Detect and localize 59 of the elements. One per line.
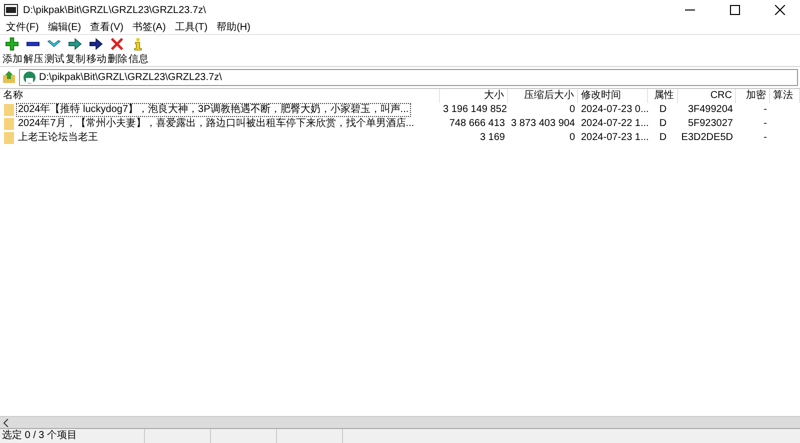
- toolbar-button[interactable]: 移动: [86, 37, 106, 66]
- table-cell-text: -: [762, 117, 768, 131]
- window-title: D:\pikpak\Bit\GRZL\GRZL23\GRZL23.7z\: [23, 4, 207, 16]
- arrow-right-icon: [67, 37, 84, 51]
- plus-icon: [4, 37, 20, 51]
- column-header[interactable]: 属性: [648, 89, 678, 103]
- column-header[interactable]: CRC: [678, 89, 736, 103]
- table-cell-text: 2024-07-23 1...: [580, 131, 648, 145]
- folder-icon: [4, 132, 14, 144]
- table-cell-text: E3D2DE5D: [680, 131, 734, 145]
- menu-item[interactable]: 工具(T): [170, 20, 212, 34]
- column-header[interactable]: 算法: [770, 89, 800, 103]
- table-cell-text: -: [762, 131, 768, 145]
- scroll-left-icon[interactable]: [3, 418, 9, 426]
- table-cell-text: D: [658, 103, 668, 117]
- file-name[interactable]: 上老王论坛当老王: [16, 131, 100, 145]
- maximize-icon: [730, 5, 740, 15]
- menu-item[interactable]: 书签(A): [128, 20, 170, 34]
- table-cell-text: 748 666 413: [448, 117, 506, 131]
- table-cell-text: 0: [568, 103, 576, 117]
- toolbar-button[interactable]: 添加: [2, 37, 22, 66]
- toolbar-button[interactable]: 复制: [65, 37, 86, 66]
- archive-icon: [23, 70, 36, 84]
- menu-item[interactable]: 查看(V): [86, 20, 128, 34]
- table-cell-text: D: [658, 131, 668, 145]
- table-cell-text: D: [658, 117, 668, 131]
- menu-item[interactable]: 帮助(H): [212, 20, 254, 34]
- menu-item[interactable]: 编辑(E): [44, 20, 86, 34]
- table-cell-text: -: [762, 103, 768, 117]
- column-header[interactable]: 名称: [0, 89, 440, 103]
- folder-icon: [4, 104, 14, 116]
- file-name[interactable]: 2024年【推特 luckydog7】，泡良大神，3P调教艳遇不断，肥臀大奶，小家碧玉，叫声...: [16, 103, 411, 117]
- close-icon: [775, 5, 785, 15]
- arrow-right-icon: [88, 37, 104, 51]
- status-text: 选定 0 / 3 个项目: [0, 429, 145, 443]
- column-header[interactable]: 压缩后大小: [508, 89, 578, 103]
- toolbar-button[interactable]: 解压: [23, 37, 44, 66]
- address-field[interactable]: D:\pikpak\Bit\GRZL\GRZL23\GRZL23.7z\: [39, 72, 797, 82]
- file-name[interactable]: 2024年7月，【常州小夫妻】，喜爱露出，路边口叫被出租车停下来欣赏，找个单男酒店...: [16, 117, 416, 131]
- table-cell-text: 2024-07-22 1...: [580, 117, 648, 131]
- column-header[interactable]: 修改时间: [578, 89, 648, 103]
- table-cell-text: 2024-07-23 0...: [580, 103, 648, 117]
- menu-item[interactable]: 文件(F): [2, 20, 43, 34]
- table-cell-text: 3 196 149 852: [442, 103, 508, 117]
- app-logo-icon: [4, 4, 18, 16]
- folder-up-icon[interactable]: [2, 70, 16, 84]
- table-cell-text: 5F923027: [686, 117, 734, 131]
- toolbar-button[interactable]: 信息: [128, 37, 148, 66]
- column-header[interactable]: 加密: [736, 89, 770, 103]
- toolbar-button[interactable]: 测试: [44, 37, 64, 66]
- table-cell-text: 3 873 403 904: [510, 117, 576, 131]
- cross-icon: [109, 37, 126, 51]
- folder-icon: [4, 118, 14, 130]
- table-cell-text: 3F499204: [686, 103, 734, 117]
- column-header[interactable]: 大小: [440, 89, 508, 103]
- table-cell-text: 3 169: [478, 131, 506, 145]
- toolbar-button[interactable]: 删除: [107, 37, 128, 66]
- table-cell-text: 0: [568, 131, 576, 145]
- address-bar[interactable]: D:\pikpak\Bit\GRZL\GRZL23\GRZL23.7z\: [19, 68, 798, 86]
